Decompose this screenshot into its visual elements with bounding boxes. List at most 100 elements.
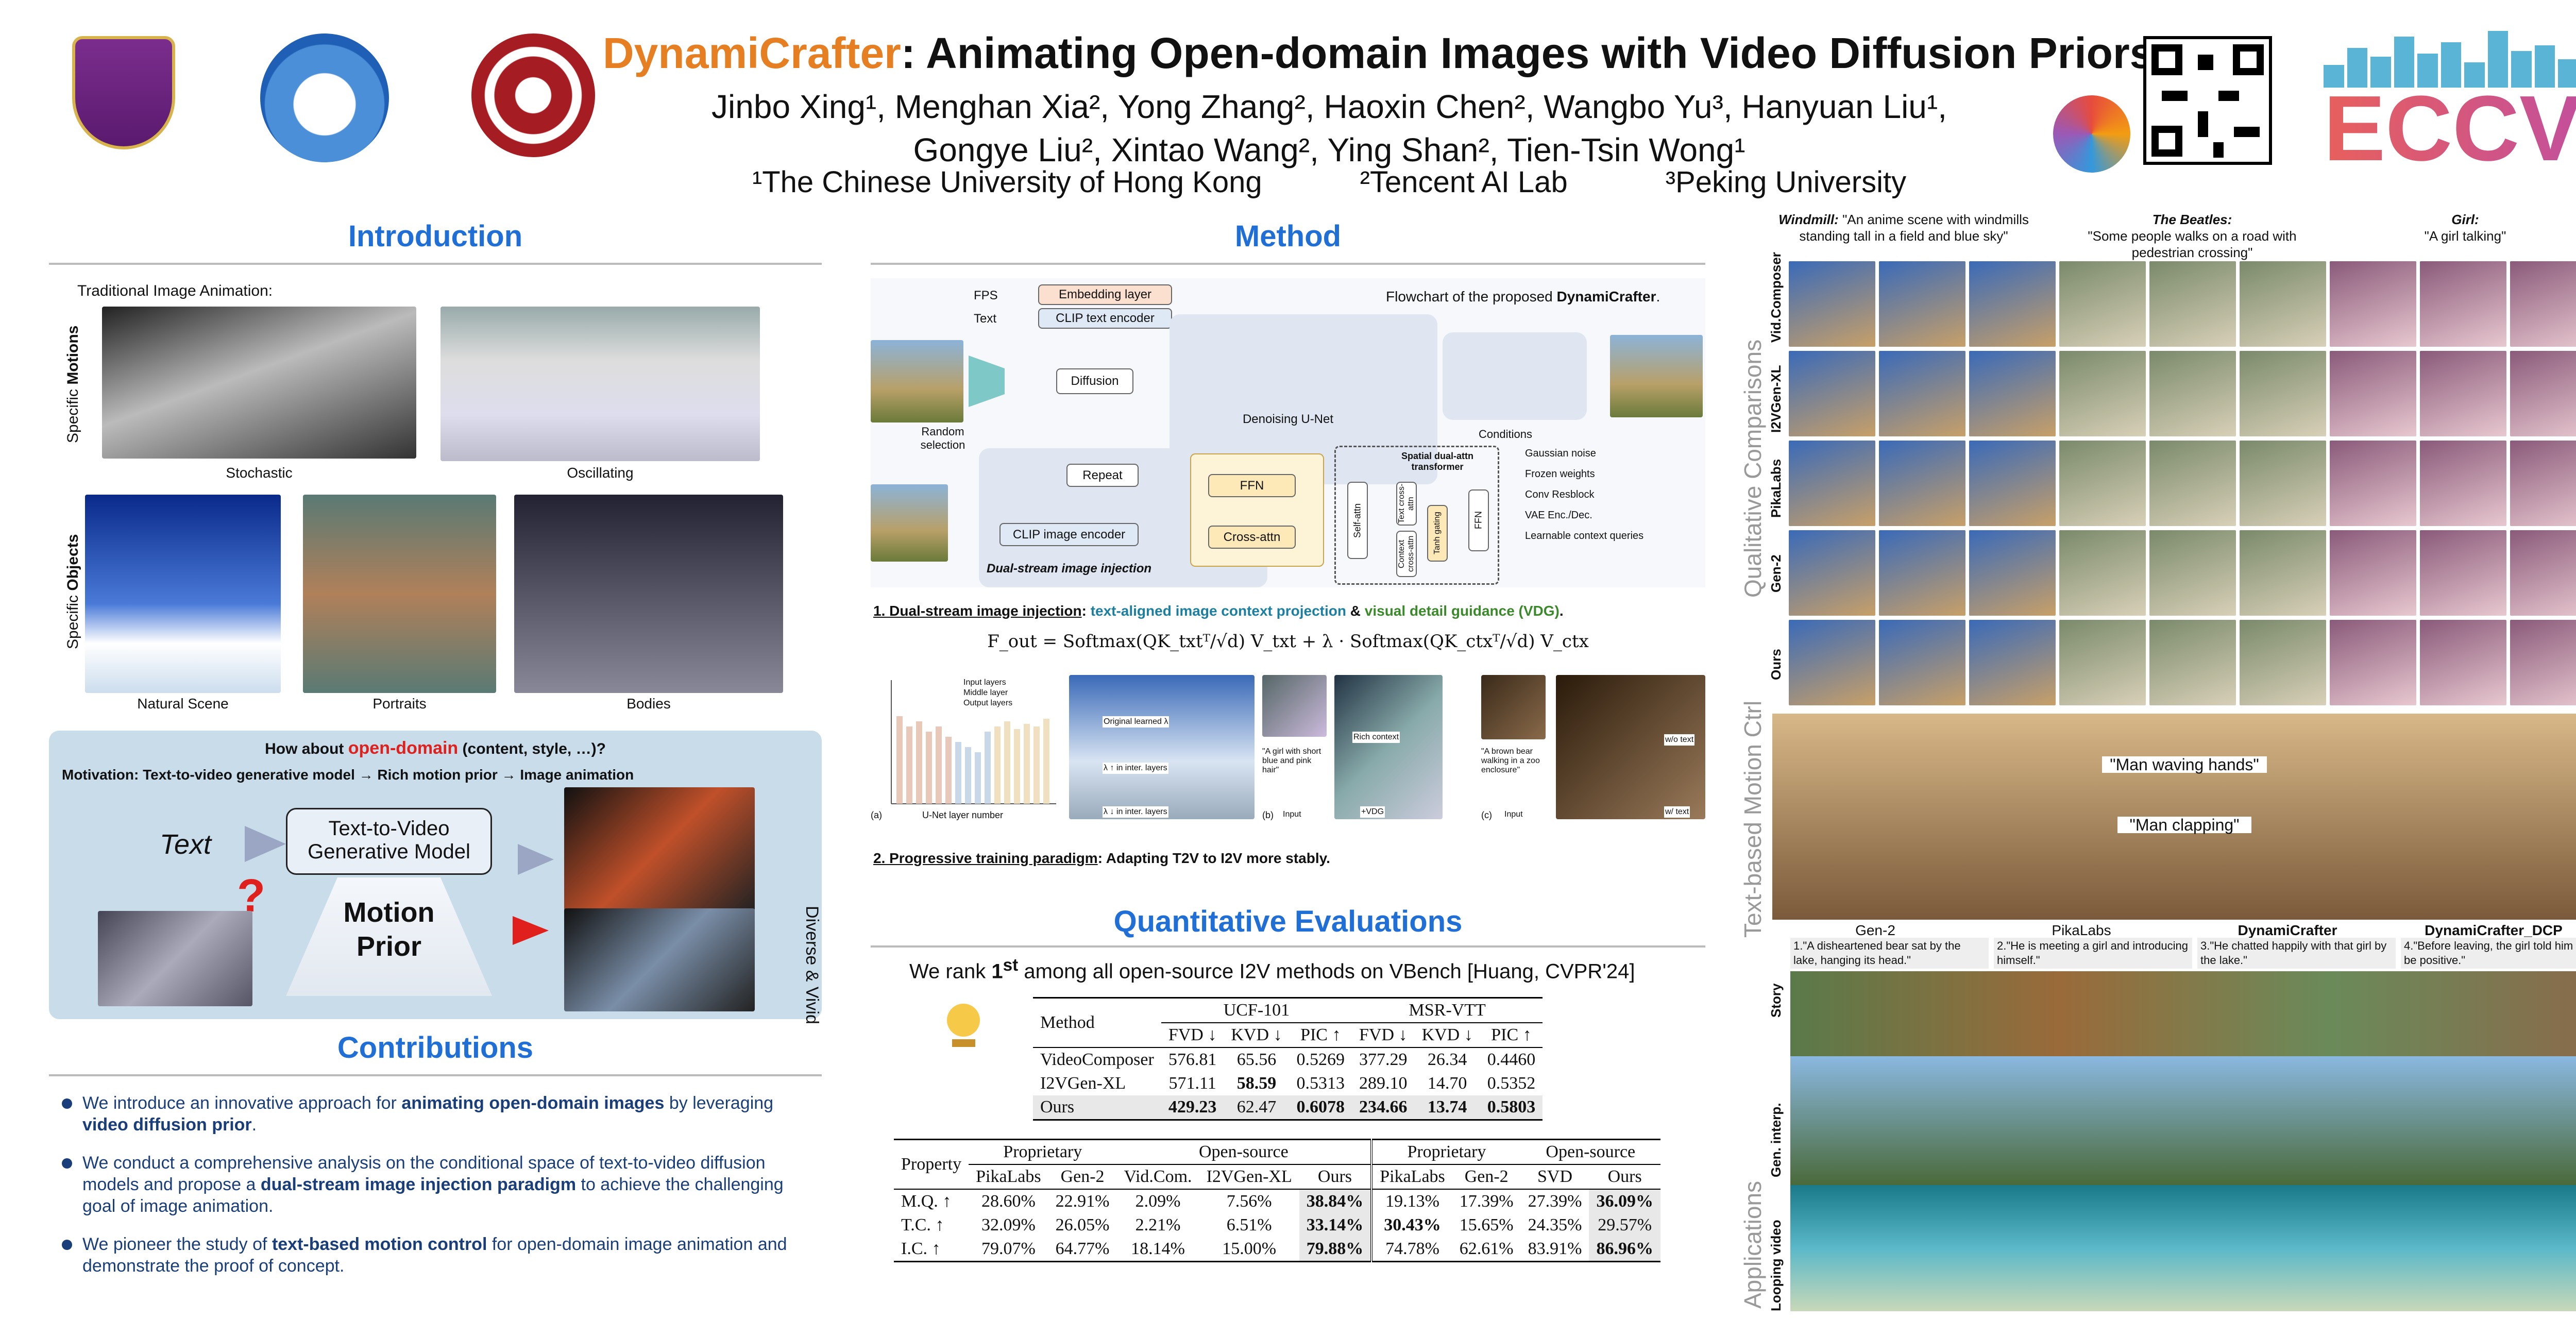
result-frame bbox=[2239, 439, 2327, 527]
lambda-variants-image bbox=[1069, 675, 1255, 819]
fig-a-label: (a) bbox=[871, 810, 882, 820]
result-frame bbox=[2419, 350, 2507, 437]
cuhk-logo bbox=[72, 36, 175, 149]
result-frame bbox=[2509, 529, 2576, 617]
open-domain-question: How about open-domain (content, style, …… bbox=[265, 738, 606, 758]
lambda-bar bbox=[965, 747, 971, 804]
lambda-bar bbox=[916, 721, 922, 804]
row-label-gen-interp: Gen. interp. bbox=[1768, 1103, 1784, 1177]
result-frame bbox=[2329, 350, 2417, 437]
label-w-text: w/ text bbox=[1664, 806, 1690, 818]
input-video-frames bbox=[871, 340, 963, 422]
lambda-bar bbox=[1043, 719, 1049, 804]
query-transformer-block bbox=[1190, 453, 1324, 567]
contrib-rule bbox=[49, 1074, 822, 1076]
story-caption-1: 1."A disheartened bear sat by the lake, … bbox=[1790, 938, 1989, 969]
table-row: VideoComposer 576.81 65.56 0.5269 377.29 26.3… bbox=[1033, 1047, 1543, 1072]
row-label-looping: Looping video bbox=[1768, 1220, 1784, 1311]
quote-c: "A brown bear walking in a zoo enclosure… bbox=[1481, 747, 1540, 774]
applications-label: Applications bbox=[1739, 1180, 1766, 1309]
context-cross-attn-box: Context cross-attn bbox=[1396, 531, 1417, 577]
label-lambda-down: λ ↓ in inter. layers bbox=[1103, 806, 1168, 818]
authors: Jinbo Xing¹, Menghan Xia², Yong Zhang², … bbox=[608, 85, 2050, 172]
result-frame bbox=[2058, 439, 2147, 527]
row-label-pikalabs: PikaLabs bbox=[1768, 459, 1784, 518]
result-frame bbox=[1788, 260, 1876, 348]
result-frame bbox=[2058, 350, 2147, 437]
dual-stream-label: Dual-stream image injection bbox=[986, 562, 1152, 576]
title-rest: : Animating Open-domain Images with Vide… bbox=[901, 29, 2154, 77]
pku-logo bbox=[471, 33, 595, 157]
lambda-bar bbox=[926, 732, 932, 804]
story-strip bbox=[1790, 971, 2576, 1059]
cross-attn-box: Cross-attn bbox=[1208, 526, 1296, 549]
objects-label: Specific Objects bbox=[64, 534, 81, 649]
result-frame bbox=[2509, 260, 2576, 348]
result-frame bbox=[2329, 529, 2417, 617]
legend-conv: Conv Resblock bbox=[1525, 489, 1595, 500]
caption-bodies: Bodies bbox=[626, 696, 671, 712]
legend-queries: Learnable context queries bbox=[1525, 530, 1644, 542]
repeat-box: Repeat bbox=[1066, 464, 1139, 487]
lambda-xlabel: U-Net layer number bbox=[922, 810, 1004, 820]
flowchart: Flowchart of the proposed DynamiCrafter.… bbox=[871, 278, 1705, 587]
output-video-frames bbox=[1610, 335, 1703, 417]
gen-interp-strip bbox=[1790, 1056, 2576, 1185]
result-frame bbox=[2058, 619, 2147, 706]
text-label: Text bbox=[160, 829, 212, 860]
output-fire-video bbox=[564, 787, 755, 911]
bear-input-image bbox=[1481, 675, 1546, 739]
col-dynamicrafter: DynamiCrafter bbox=[2238, 922, 2337, 938]
result-frame bbox=[2239, 529, 2327, 617]
label-input-c: Input bbox=[1504, 810, 1523, 819]
result-frame bbox=[1878, 619, 1967, 706]
diffusion-box: Diffusion bbox=[1056, 368, 1133, 394]
result-frame bbox=[1878, 350, 1967, 437]
result-frame bbox=[2148, 350, 2237, 437]
caption-portraits: Portraits bbox=[372, 696, 427, 712]
spatial-transformer-label: Spatial dual-attn transformer bbox=[1401, 451, 1473, 472]
natural-scene-image bbox=[85, 495, 281, 693]
lambda-bar bbox=[975, 752, 981, 804]
result-frame bbox=[2509, 350, 2576, 437]
result-frame bbox=[2329, 619, 2417, 706]
label-rich-context: Rich context bbox=[1352, 732, 1400, 743]
result-frame bbox=[2239, 260, 2327, 348]
result-frame bbox=[2419, 260, 2507, 348]
method-title: Method bbox=[1234, 219, 1342, 253]
diverse-vivid-label: Diverse & Vivid bbox=[802, 906, 822, 1024]
quote-b: "A girl with short blue and pink hair" bbox=[1262, 747, 1321, 774]
output-arrow-red-icon bbox=[513, 916, 549, 945]
lambda-bar bbox=[936, 726, 942, 804]
label-original: Original learned λ bbox=[1103, 716, 1170, 728]
result-frame bbox=[1878, 439, 1967, 527]
looping-strip bbox=[1790, 1185, 2576, 1311]
result-frame bbox=[2419, 529, 2507, 617]
lambda-bar bbox=[1014, 729, 1020, 804]
motions-label: Specific Motions bbox=[64, 325, 81, 443]
result-frame bbox=[2509, 619, 2576, 706]
qr-code[interactable] bbox=[2143, 36, 2272, 165]
result-frame bbox=[1968, 350, 2057, 437]
col-gen2: Gen-2 bbox=[1855, 922, 1895, 938]
clip-text-encoder: CLIP text encoder bbox=[1038, 308, 1172, 329]
legend-frozen: Frozen weights bbox=[1525, 468, 1595, 480]
conditions-label: Conditions bbox=[1479, 428, 1532, 441]
label-input-b: Input bbox=[1283, 810, 1301, 819]
self-attn-box: Self-attn bbox=[1347, 482, 1368, 559]
fig-b-label: (b) bbox=[1262, 810, 1274, 820]
quant-rule bbox=[871, 945, 1705, 948]
eccv-text: ECCV bbox=[2324, 82, 2576, 175]
result-frame bbox=[2239, 350, 2327, 437]
gloves-image bbox=[440, 307, 760, 461]
prompt-clapping: "Man clapping" bbox=[2117, 817, 2251, 833]
label-wo-text: w/o text bbox=[1664, 734, 1695, 746]
col-dynamicrafter-dcp: DynamiCrafter_DCP bbox=[2425, 922, 2563, 938]
table-row: T.C. ↑ 32.09% 26.05% 2.21% 6.51% 33.14% 30.43%… bbox=[894, 1213, 1660, 1237]
rank-text: We rank 1st among all open-source I2V me… bbox=[909, 956, 1635, 983]
result-frame bbox=[1788, 619, 1876, 706]
bear-results-image bbox=[1556, 675, 1705, 819]
motivation-box: How about open-domain (content, style, …… bbox=[49, 731, 822, 1024]
story-caption-2: 2."He is meeting a girl and introducing … bbox=[1994, 938, 2192, 969]
project-emoji-icon bbox=[2053, 95, 2130, 173]
